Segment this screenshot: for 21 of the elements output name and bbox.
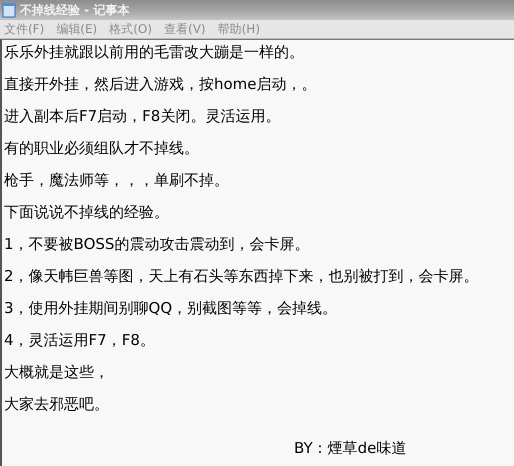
text-line: 直接开外挂，然后进入游戏，按home启动，。 — [4, 74, 318, 95]
menu-item[interactable]: 文件(F) — [4, 20, 44, 38]
text-line: 枪手，魔法师等，，，单刷不掉。 — [4, 170, 230, 191]
menu-item[interactable]: 查看(V) — [164, 20, 206, 38]
menu-item[interactable]: 格式(O) — [109, 20, 152, 38]
text-line: 1，不要被BOSS的震动攻击震动到，会卡屏。 — [4, 234, 310, 255]
notepad-icon — [2, 2, 16, 18]
menu-item[interactable]: 编辑(E) — [56, 20, 98, 38]
text-line: 4，灵活运用F7，F8。 — [4, 330, 156, 351]
text-line: 大概就是这些， — [4, 362, 110, 383]
text-line: 有的职业必须组队才不掉线。 — [4, 138, 200, 159]
text-line: 大家去邪恶吧。 — [4, 394, 110, 415]
window-title: 不掉线经验 - 记事本 — [20, 2, 130, 18]
text-area[interactable] — [0, 39, 514, 466]
text-line: 2，像天帏巨兽等图，天上有石头等东西掉下来，也别被打到，会卡屏。 — [4, 266, 480, 287]
signature: BY：煙草de味道 — [294, 438, 406, 459]
text-line: 进入副本后F7启动，F8关闭。灵活运用。 — [4, 106, 282, 127]
text-line: 3，使用外挂期间别聊QQ，别截图等等，会掉线。 — [4, 298, 338, 319]
menu-item[interactable]: 帮助(H) — [218, 20, 260, 38]
text-line: 下面说说不掉线的经验。 — [4, 202, 170, 223]
text-line: 乐乐外挂就跟以前用的毛雷改大蹦是一样的。 — [4, 42, 305, 63]
